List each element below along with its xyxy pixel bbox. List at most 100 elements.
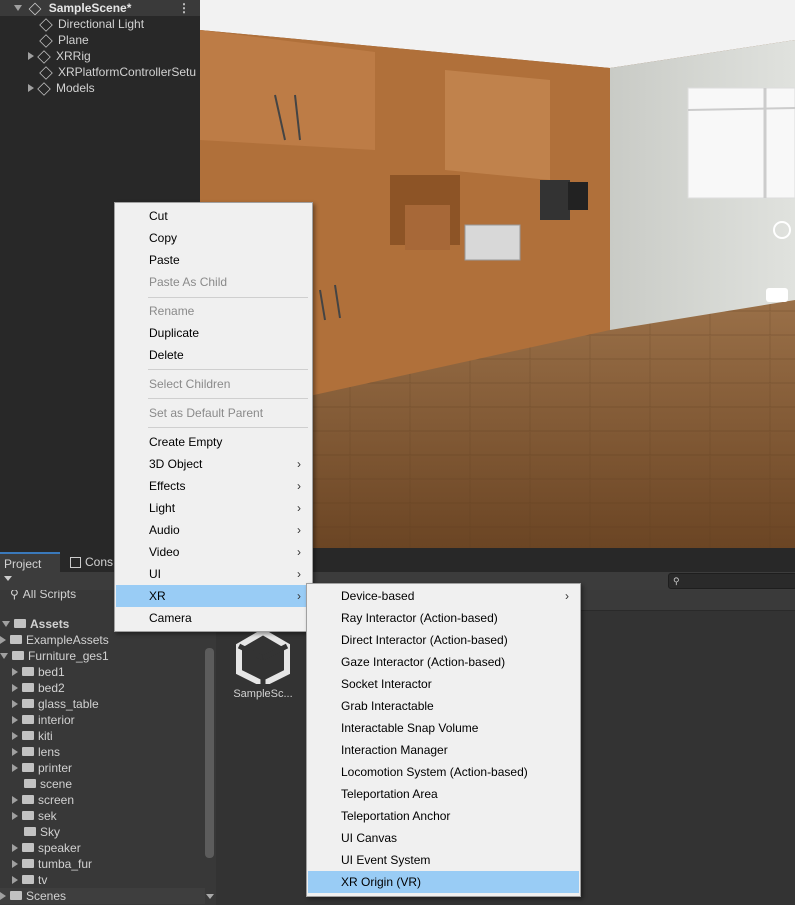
expand-arrow-icon[interactable]: [0, 652, 8, 659]
tree-item[interactable]: printer: [12, 760, 216, 776]
menu-item-teleportation-anchor[interactable]: Teleportation Anchor: [308, 805, 579, 827]
expand-arrow-icon[interactable]: [0, 891, 6, 900]
tree-item[interactable]: speaker: [12, 840, 216, 856]
menu-item-ray-interactor[interactable]: Ray Interactor (Action-based): [308, 607, 579, 629]
tree-item[interactable]: sek: [12, 808, 216, 824]
menu-item-device-based[interactable]: Device-based ›: [308, 585, 579, 607]
expand-arrow-icon[interactable]: [28, 51, 34, 60]
expand-arrow-icon[interactable]: [12, 731, 18, 740]
menu-item-direct-interactor[interactable]: Direct Interactor (Action-based): [308, 629, 579, 651]
menu-item-label: Socket Interactor: [341, 677, 432, 691]
menu-item-audio[interactable]: Audio ›: [116, 519, 311, 541]
menu-item-set-default-parent[interactable]: Set as Default Parent: [116, 402, 311, 424]
tree-item[interactable]: bed2: [12, 680, 216, 696]
menu-item-label: Device-based: [341, 589, 415, 603]
folder-icon: [22, 875, 34, 885]
hierarchy-item-xrrig[interactable]: XRRig: [28, 48, 91, 64]
menu-item-video[interactable]: Video ›: [116, 541, 311, 563]
expand-arrow-icon[interactable]: [12, 715, 18, 724]
menu-item-select-children[interactable]: Select Children: [116, 373, 311, 395]
menu-item-label: Audio: [149, 523, 180, 537]
menu-item-label: Effects: [149, 479, 186, 493]
folder-icon: [22, 859, 34, 869]
menu-item-grab-interactable[interactable]: Grab Interactable: [308, 695, 579, 717]
hierarchy-item-xrplatform[interactable]: XRPlatformControllerSetu: [39, 64, 196, 80]
camera-gizmo-icon[interactable]: [764, 282, 795, 308]
menu-item-delete[interactable]: Delete: [116, 344, 311, 366]
project-search-input[interactable]: ⚲: [668, 573, 795, 589]
tab-project[interactable]: Project: [0, 552, 60, 574]
expand-arrow-icon[interactable]: [12, 747, 18, 756]
menu-item-snap-volume[interactable]: Interactable Snap Volume: [308, 717, 579, 739]
create-dropdown-icon[interactable]: [4, 576, 12, 581]
menu-item-socket-interactor[interactable]: Socket Interactor: [308, 673, 579, 695]
tree-item[interactable]: Scenes: [0, 888, 205, 904]
expand-arrow-icon[interactable]: [12, 811, 18, 820]
tab-console[interactable]: Cons: [66, 552, 117, 572]
expand-arrow-icon[interactable]: [12, 875, 18, 884]
menu-item-camera[interactable]: Camera: [116, 607, 311, 629]
hierarchy-item-directional-light[interactable]: Directional Light: [39, 16, 144, 32]
expand-arrow-icon[interactable]: [12, 699, 18, 708]
menu-item-rename[interactable]: Rename: [116, 300, 311, 322]
folder-label: ExampleAssets: [26, 633, 109, 647]
hierarchy-item-models[interactable]: Models: [28, 80, 95, 96]
expand-arrow-icon[interactable]: [12, 667, 18, 676]
menu-item-paste[interactable]: Paste: [116, 249, 311, 271]
menu-item-effects[interactable]: Effects ›: [116, 475, 311, 497]
hierarchy-scene-row[interactable]: SampleScene* ⋮: [0, 0, 200, 16]
tree-item[interactable]: kiti: [12, 728, 216, 744]
menu-item-label: Teleportation Area: [341, 787, 438, 801]
menu-separator: [148, 398, 308, 399]
menu-separator: [148, 297, 308, 298]
tree-item[interactable]: scene: [24, 776, 216, 792]
tree-item[interactable]: screen: [12, 792, 216, 808]
menu-item-teleportation-area[interactable]: Teleportation Area: [308, 783, 579, 805]
expand-arrow-icon[interactable]: [12, 683, 18, 692]
tree-item[interactable]: lens: [12, 744, 216, 760]
sun-gizmo-icon[interactable]: [766, 214, 795, 246]
tree-item[interactable]: Furniture_ges1: [0, 648, 205, 664]
folder-label: printer: [38, 761, 73, 775]
folder-icon: [24, 827, 36, 837]
menu-item-locomotion-system[interactable]: Locomotion System (Action-based): [308, 761, 579, 783]
expand-arrow-icon[interactable]: [12, 763, 18, 772]
expand-arrow-icon[interactable]: [12, 859, 18, 868]
menu-item-paste-as-child[interactable]: Paste As Child: [116, 271, 311, 293]
menu-item-ui-event-system[interactable]: UI Event System: [308, 849, 579, 871]
tree-scrollbar[interactable]: [205, 648, 214, 858]
tree-item[interactable]: tv: [12, 872, 216, 888]
tree-item[interactable]: ExampleAssets: [0, 632, 205, 648]
menu-item-copy[interactable]: Copy: [116, 227, 311, 249]
menu-item-3d-object[interactable]: 3D Object ›: [116, 453, 311, 475]
expand-arrow-icon[interactable]: [2, 620, 10, 627]
tab-label: Project: [4, 557, 42, 571]
menu-item-light[interactable]: Light ›: [116, 497, 311, 519]
menu-item-create-empty[interactable]: Create Empty: [116, 431, 311, 453]
menu-item-xr[interactable]: XR ›: [116, 585, 311, 607]
menu-item-interaction-manager[interactable]: Interaction Manager: [308, 739, 579, 761]
scroll-down-icon[interactable]: [206, 894, 214, 899]
menu-item-label: Light: [149, 501, 176, 515]
more-options-icon[interactable]: ⋮: [178, 0, 190, 16]
tree-item[interactable]: tumba_fur: [12, 856, 216, 872]
chevron-right-icon: ›: [297, 457, 301, 471]
menu-item-xr-origin-vr[interactable]: XR Origin (VR): [308, 871, 579, 893]
expand-arrow-icon[interactable]: [0, 635, 6, 644]
expand-arrow-icon[interactable]: [12, 795, 18, 804]
menu-item-cut[interactable]: Cut: [116, 205, 311, 227]
menu-item-ui-canvas[interactable]: UI Canvas: [308, 827, 579, 849]
expand-arrow-icon[interactable]: [14, 4, 22, 11]
hierarchy-item-plane[interactable]: Plane: [39, 32, 89, 48]
menu-item-label: 3D Object: [149, 457, 203, 471]
expand-arrow-icon[interactable]: [28, 83, 34, 92]
tree-item[interactable]: glass_table: [12, 696, 216, 712]
menu-item-gaze-interactor[interactable]: Gaze Interactor (Action-based): [308, 651, 579, 673]
tree-item[interactable]: interior: [12, 712, 216, 728]
tree-item[interactable]: Sky: [24, 824, 216, 840]
menu-item-label: Paste: [149, 253, 180, 267]
tree-item[interactable]: bed1: [12, 664, 216, 680]
menu-item-ui[interactable]: UI ›: [116, 563, 311, 585]
menu-item-duplicate[interactable]: Duplicate: [116, 322, 311, 344]
expand-arrow-icon[interactable]: [12, 843, 18, 852]
